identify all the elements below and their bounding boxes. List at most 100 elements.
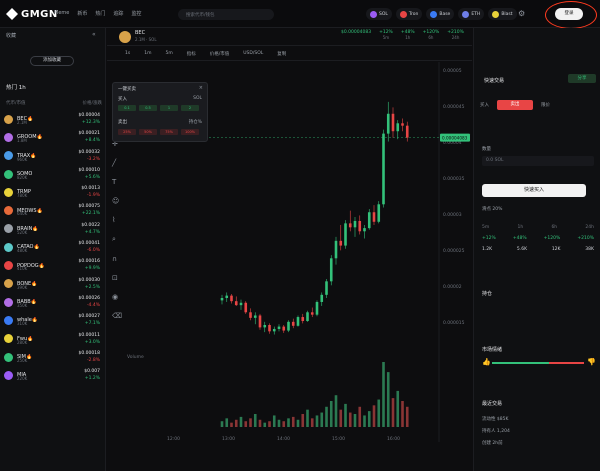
chain-tron-button[interactable]: Tron	[395, 8, 423, 20]
list-item[interactable]: POPDOG🔥 410K $0.00016 +9.9%	[4, 256, 104, 274]
currency-toggle[interactable]: USD/SOL	[243, 51, 263, 56]
col-price[interactable]: 价格/涨跌	[82, 100, 102, 106]
ruler-icon[interactable]: ⌇	[112, 216, 122, 224]
emoji-icon[interactable]: ☺	[112, 197, 122, 205]
logo-icon	[6, 8, 18, 20]
hot-section-title[interactable]: 热门 1h	[6, 83, 26, 91]
list-item[interactable]: BONE🔥 390K $0.00030 +2.5%	[4, 275, 104, 293]
coin-change: +12.3%	[81, 120, 100, 125]
coin-mcap: 1.8M	[17, 138, 27, 144]
lock-icon[interactable]: ⊡	[112, 274, 122, 282]
volume-bar	[315, 415, 319, 427]
coin-change: +8.4%	[84, 138, 100, 144]
volume-bar	[301, 414, 305, 427]
list-item[interactable]: BABB🔥 350K $0.00026 -4.4%	[4, 293, 104, 311]
add-watchlist-button[interactable]: 添加收藏	[30, 56, 74, 66]
nav-item-trending[interactable]: 热门	[95, 10, 105, 17]
thumbs-up-icon[interactable]: 👍	[482, 358, 491, 366]
interval-5m[interactable]: 5m	[165, 51, 172, 56]
nav-item-meme[interactable]: Meme	[54, 10, 69, 17]
gear-icon[interactable]: ⚙	[518, 9, 525, 18]
candle-body	[315, 301, 319, 315]
price-mcap-toggle[interactable]: 价格/市值	[210, 51, 230, 57]
list-item[interactable]: TRAX🔥 960K $0.00032 -3.2%	[4, 147, 104, 165]
coin-mcap: 780K	[17, 193, 28, 199]
grid-cell: 6h	[551, 225, 558, 230]
thumbs-down-icon[interactable]: 👎	[587, 358, 596, 366]
volume-bar	[282, 421, 286, 427]
interval-1s[interactable]: 1s	[125, 51, 130, 56]
sell-chip[interactable]: 50%	[139, 129, 157, 135]
sell-chip[interactable]: 75%	[160, 129, 178, 135]
list-item[interactable]: MIA 220K $0.007 +1.2%	[4, 366, 104, 384]
zoom-icon[interactable]: ⌕	[112, 235, 122, 244]
list-item[interactable]: SIM🔥 250K $0.00018 -2.8%	[4, 348, 104, 366]
chain-eth-button[interactable]: ETH	[458, 8, 485, 20]
collapse-icon[interactable]: «	[92, 31, 96, 38]
chain-base-button[interactable]: Base	[426, 8, 455, 20]
volume-bar	[401, 401, 404, 427]
chain-blast-button[interactable]: Blast	[488, 8, 517, 20]
candle-body	[220, 298, 224, 301]
buy-chip[interactable]: 1	[160, 105, 178, 111]
list-item[interactable]: GROOM🔥 1.8M $0.00021 +8.4%	[4, 128, 104, 146]
sidebar-title: 收藏	[6, 33, 17, 39]
tab-buy[interactable]: 买入	[480, 102, 489, 108]
list-item[interactable]: Fwu🔥 280K $0.00011 +3.0%	[4, 330, 104, 348]
candle-body	[348, 223, 352, 228]
token-stats: $0.00004083 +12% 5m +48% 1h +120% 6h +210% 2…	[341, 30, 464, 40]
buy-chip[interactable]: 0.5	[139, 105, 157, 111]
trade-panel-title: 快速交易	[484, 78, 505, 84]
coin-price: $0.0013	[81, 186, 100, 192]
sell-chip[interactable]: 100%	[181, 129, 199, 135]
nav-item-new[interactable]: 新币	[77, 10, 87, 17]
volume-label: Volume	[127, 354, 144, 360]
sentiment-bar	[492, 362, 584, 364]
grid-cell: +48%	[512, 236, 527, 241]
token-icon	[4, 370, 13, 380]
login-button[interactable]: 登录	[555, 8, 583, 20]
col-token[interactable]: 代币/市值	[6, 100, 26, 106]
slippage-setting[interactable]: 滑点 20%	[482, 206, 502, 212]
nav-item-monitor[interactable]: 监控	[131, 10, 141, 17]
sell-chip[interactable]: 25%	[118, 129, 136, 135]
list-item[interactable]: MEOWS🔥 640K $0.00075 +22.1%	[4, 201, 104, 219]
buy-chip[interactable]: 0.1	[118, 105, 136, 111]
volume-bar	[353, 414, 357, 427]
eye-icon[interactable]: ◉	[112, 293, 122, 301]
close-icon[interactable]: ×	[199, 85, 203, 91]
magnet-icon[interactable]: ∩	[112, 255, 122, 263]
search-input[interactable]: 搜索代币/钱包	[178, 9, 274, 20]
copy-button[interactable]: 复制	[277, 51, 286, 57]
list-item[interactable]: BRAIN🔥 520K $0.0022 +4.7%	[4, 220, 104, 238]
nav-item-follow[interactable]: 追踪	[113, 10, 123, 17]
coin-change: -1.9%	[86, 193, 100, 199]
tab-sell[interactable]: 卖出	[497, 100, 533, 110]
tab-limit[interactable]: 限价	[541, 102, 550, 108]
list-item[interactable]: SOMO 820K $0.00010 +5.6%	[4, 165, 104, 183]
text-icon[interactable]: T	[112, 178, 122, 186]
quick-buy-button[interactable]: 快速买入	[482, 184, 586, 197]
chain-sol-button[interactable]: SOL	[366, 8, 392, 20]
indicators-button[interactable]: 指标	[187, 51, 196, 57]
candle-body	[291, 321, 295, 326]
logo[interactable]: GMGN	[6, 8, 58, 20]
volume-bar	[382, 362, 385, 427]
buy-chip[interactable]: 2	[181, 105, 199, 111]
share-button[interactable]: 分享	[568, 74, 596, 83]
candle-body	[296, 317, 300, 326]
coin-price: $0.00075	[78, 204, 100, 210]
candle-body	[386, 113, 390, 134]
trade-panel: 快速交易 分享 买入 卖出 限价 数量 0.0 SOL 快速买入 滑点 20% …	[473, 28, 600, 471]
trendline-icon[interactable]: ╱	[112, 159, 122, 167]
trash-icon[interactable]: ⌫	[112, 312, 122, 320]
list-item[interactable]: whale🔥 310K $0.00027 +7.1%	[4, 311, 104, 329]
list-item[interactable]: TRMP 780K $0.0013 -1.9%	[4, 183, 104, 201]
interval-1m[interactable]: 1m	[144, 51, 151, 56]
amount-input[interactable]: 0.0 SOL	[482, 156, 594, 166]
coin-price: $0.00032	[78, 149, 100, 155]
list-item[interactable]: CATAO🔥 480K $0.00041 -6.0%	[4, 238, 104, 256]
candle-body	[230, 295, 233, 302]
list-item[interactable]: BEC🔥 2.1M $0.00004 +12.3%	[4, 110, 104, 128]
price-tick-label: 0.00005	[443, 68, 462, 74]
